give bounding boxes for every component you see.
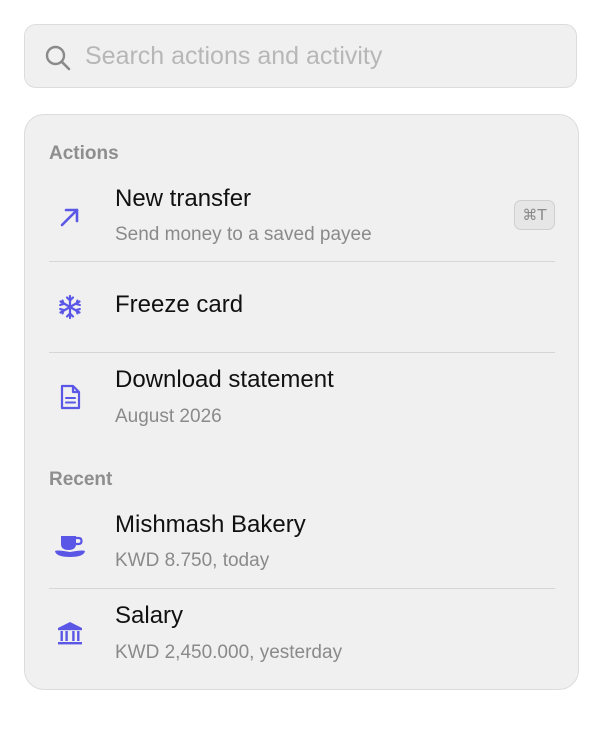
action-title: Download statement xyxy=(115,366,334,393)
search-icon xyxy=(45,45,71,71)
snowflake-icon xyxy=(59,294,81,320)
bank-icon xyxy=(58,622,82,645)
recent-item-mishmash-bakery[interactable]: Mishmash Bakery KWD 8.750, today xyxy=(25,509,578,588)
document-icon xyxy=(60,384,81,410)
recent-subtitle: KWD 2,450.000, yesterday xyxy=(115,642,343,663)
command-panel: Actions New transfer Send money to a sav… xyxy=(24,114,579,690)
recent-item-salary[interactable]: Salary KWD 2,450.000, yesterday xyxy=(25,589,578,679)
shortcut-badge: ⌘T xyxy=(514,200,555,230)
recent-title: Mishmash Bakery xyxy=(115,511,306,538)
action-title: Freeze card xyxy=(115,291,244,318)
section-label-actions: Actions xyxy=(49,143,119,164)
action-subtitle: August 2026 xyxy=(115,406,222,427)
action-subtitle: Send money to a saved payee xyxy=(115,224,372,245)
action-title: New transfer xyxy=(115,185,252,212)
search-bar[interactable] xyxy=(24,24,577,88)
search-input[interactable] xyxy=(85,25,555,87)
action-download-statement[interactable]: Download statement August 2026 xyxy=(25,353,578,443)
action-freeze-card[interactable]: Freeze card xyxy=(25,262,578,352)
coffee-cup-icon xyxy=(55,536,85,557)
arrow-up-right-icon xyxy=(60,208,79,227)
action-new-transfer[interactable]: New transfer Send money to a saved payee xyxy=(25,183,578,261)
section-label-recent: Recent xyxy=(49,469,113,490)
recent-subtitle: KWD 8.750, today xyxy=(115,550,270,571)
recent-title: Salary xyxy=(115,602,184,629)
